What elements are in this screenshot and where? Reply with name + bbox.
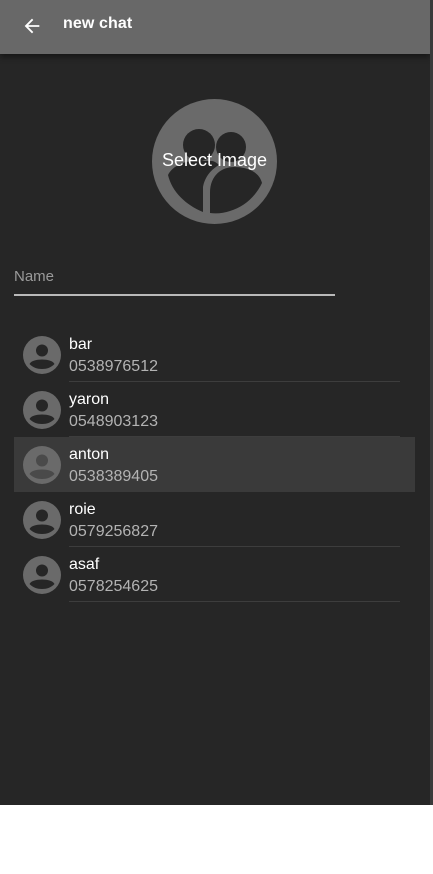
- contact-phone: 0579256827: [69, 523, 158, 540]
- contact-phone: 0548903123: [69, 413, 158, 430]
- arrow-back-icon: [24, 18, 40, 34]
- person-avatar-icon: [23, 501, 61, 539]
- contact-item[interactable]: bar 0538976512: [14, 327, 415, 382]
- contact-item[interactable]: yaron 0548903123: [14, 382, 415, 437]
- contact-phone: 0578254625: [69, 578, 158, 595]
- back-button[interactable]: [14, 8, 50, 44]
- contact-item[interactable]: asaf 0578254625: [14, 547, 415, 602]
- contact-name: bar: [69, 336, 93, 353]
- person-avatar-icon: [23, 391, 61, 429]
- person-avatar-icon: [23, 336, 61, 374]
- contact-name: asaf: [69, 556, 100, 573]
- contact-name: roie: [69, 501, 96, 518]
- select-image-label: Select Image: [161, 150, 268, 170]
- name-input[interactable]: [14, 258, 335, 296]
- select-image-button[interactable]: Select Image: [152, 99, 277, 224]
- person-avatar-icon: [23, 446, 61, 484]
- person-avatar-icon: [23, 556, 61, 594]
- contact-list: bar 0538976512 yaron 0548903123 anton 05…: [14, 327, 415, 602]
- contact-name: anton: [69, 446, 110, 463]
- new-chat-screen: new chat Select Image bar 0538976512: [0, 0, 430, 805]
- contact-name: yaron: [69, 391, 110, 408]
- contact-item[interactable]: anton 0538389405: [14, 437, 415, 492]
- contact-phone: 0538976512: [69, 358, 158, 375]
- divider: [69, 601, 400, 602]
- contact-item[interactable]: roie 0579256827: [14, 492, 415, 547]
- contact-phone: 0538389405: [69, 468, 158, 485]
- app-bar: new chat: [0, 0, 430, 54]
- page-title: new chat: [63, 15, 133, 32]
